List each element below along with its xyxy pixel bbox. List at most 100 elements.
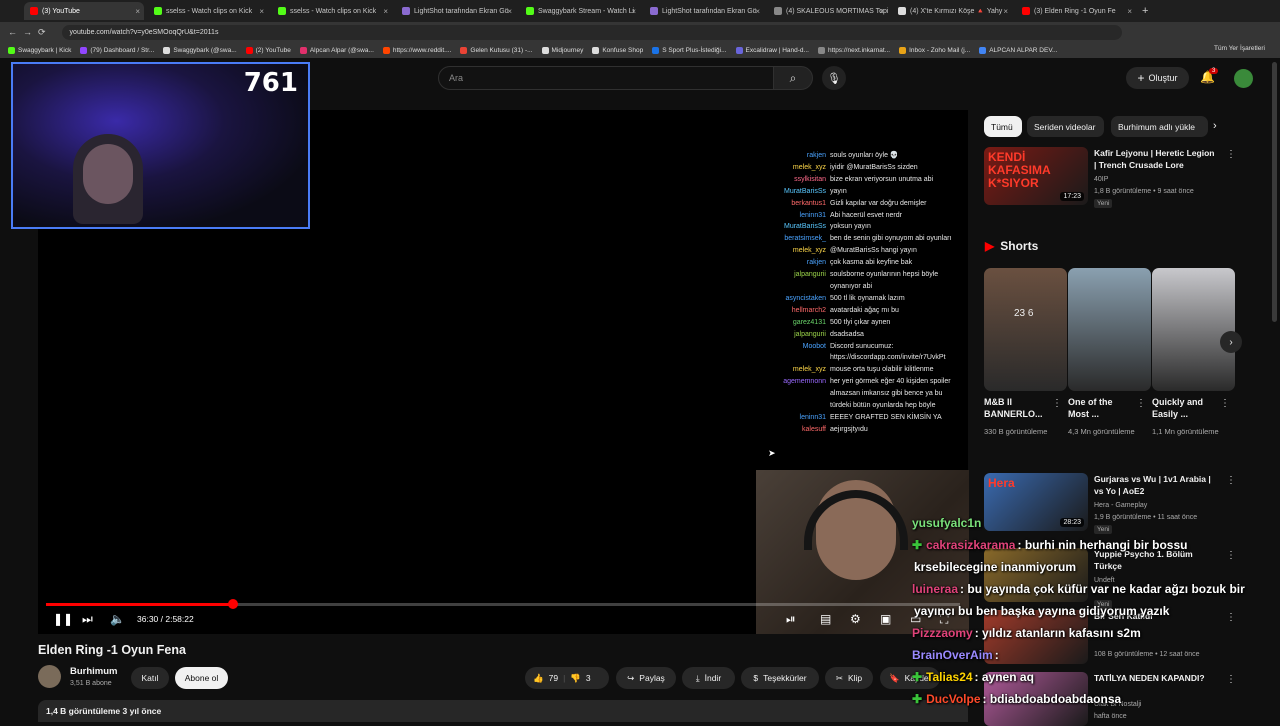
search-input[interactable]: Ara [438, 66, 774, 90]
tab-close-icon[interactable]: × [631, 7, 636, 16]
forward-icon[interactable]: → [23, 27, 32, 37]
more-options-icon[interactable]: ⋮ [1136, 398, 1146, 409]
browser-tab[interactable]: (4) X'te Kırmızı Köşe 🔺 Yahy × [892, 2, 1012, 20]
tab-favicon-icon [650, 7, 658, 15]
bookmark-item[interactable]: (2) YouTube [245, 46, 291, 54]
video-title[interactable]: Gurjaras vs Wu | 1v1 Arabia | vs Yo | Ao… [1094, 473, 1219, 497]
browser-tab[interactable]: Swaggybark Stream - Watch Li × [520, 2, 640, 20]
chat-username: rakjen [806, 259, 826, 267]
bookmark-item[interactable]: Inbox - Zoho Mail (j... [899, 46, 970, 54]
settings-gear-icon[interactable]: ⚙ [850, 612, 861, 626]
more-options-icon[interactable]: ⋮ [1226, 149, 1236, 160]
browser-tab[interactable]: sselss - Watch clips on Kick × [272, 2, 392, 20]
tab-label: (3) Elden Ring -1 Oyun Fe [1034, 7, 1116, 15]
tab-close-icon[interactable]: × [1003, 7, 1008, 16]
tab-close-icon[interactable]: × [383, 7, 388, 16]
shorts-next-chevron-icon[interactable]: › [1220, 331, 1242, 353]
tab-close-icon[interactable]: × [507, 7, 512, 16]
chat-message: türdeki bütün oyunlarda hep böyle [752, 400, 968, 412]
bookmark-item[interactable]: Excalidraw | Hand-d... [735, 46, 809, 54]
video-channel[interactable]: 40IP [1094, 174, 1108, 185]
filter-chip[interactable]: Tümü [984, 116, 1022, 137]
miniplayer-icon[interactable]: ▣ [880, 612, 891, 626]
description-box[interactable]: 1,4 B görüntüleme 3 yıl önce [38, 700, 968, 722]
bookmark-item[interactable]: Swaggybark (@swa... [163, 46, 237, 54]
tab-label: sselss - Watch clips on Kick [166, 7, 253, 15]
tab-favicon-icon [154, 7, 162, 15]
short-title[interactable]: Quickly and Easily ... [1152, 396, 1214, 420]
url-field[interactable]: youtube.com/watch?v=y0eSMOoqQrU&t=2011s [61, 24, 1122, 40]
tab-close-icon[interactable]: × [259, 7, 264, 16]
back-icon[interactable]: ← [8, 27, 17, 37]
browser-tab[interactable]: LightShot tarafından Ekran Gö × [644, 2, 764, 20]
tab-label: Swaggybark Stream - Watch Li [538, 7, 635, 15]
tab-close-icon[interactable]: × [1127, 7, 1132, 16]
short-thumbnail[interactable]: 23 6 [984, 268, 1067, 391]
tab-close-icon[interactable]: × [879, 7, 884, 16]
create-button[interactable]: + Oluştur [1126, 67, 1189, 89]
subscribe-button[interactable]: Abone ol [175, 667, 228, 689]
chat-message: leninn31 EEEEY GRAFTED SEN KİMSİN YA [752, 412, 968, 424]
video-thumbnail[interactable]: KENDİ KAFASIMA K*SIYOR 17:23 [984, 147, 1088, 205]
short-title[interactable]: M&B II BANNERLO... [984, 396, 1046, 420]
bookmark-item[interactable]: S Sport Plus-İstediği... [652, 46, 727, 54]
chips-next-chevron-icon[interactable]: › [1213, 120, 1217, 132]
bookmark-favicon-icon [460, 46, 468, 54]
more-options-icon[interactable]: ⋮ [1052, 398, 1062, 409]
more-options-icon[interactable]: ⋮ [1226, 475, 1236, 486]
microphone-button[interactable]: 🎙 [822, 66, 846, 90]
new-tab-button[interactable]: + [1142, 5, 1148, 17]
short-title[interactable]: One of the Most ... [1068, 396, 1130, 420]
search-button[interactable]: ⌕ [773, 66, 813, 90]
filter-chip[interactable]: Burhimum adlı yükle [1111, 116, 1208, 137]
channel-name[interactable]: Burhimum [70, 666, 118, 677]
reload-icon[interactable]: ⟳ [38, 27, 46, 38]
chat-username: asyncistaken [785, 294, 826, 302]
volume-icon[interactable]: 🔈 [110, 612, 125, 626]
filter-chip[interactable]: Seriden videolar [1027, 116, 1104, 137]
browser-tab[interactable]: (4) SKALEOUS MORTIMAS Topi × [768, 2, 888, 20]
chat-username: leninn31 [799, 211, 826, 219]
tab-close-icon[interactable]: × [755, 7, 760, 16]
autoplay-toggle-icon[interactable]: ⏯ [786, 612, 796, 627]
pause-icon[interactable]: ❚❚ [53, 612, 73, 626]
bookmark-item[interactable]: https://next.inkarnat... [817, 46, 890, 54]
short-thumbnail[interactable] [1068, 268, 1151, 391]
all-bookmarks-link[interactable]: Tüm Yer İşaretleri [1214, 45, 1265, 52]
bookmark-favicon-icon [735, 46, 743, 54]
download-button[interactable]: ⤓ İndir [682, 667, 735, 689]
bookmark-item[interactable]: Midjourney [541, 46, 583, 54]
bookmark-item[interactable]: https://www.reddit.... [382, 46, 451, 54]
browser-tab[interactable]: (3) Elden Ring -1 Oyun Fe × [1016, 2, 1136, 20]
subscriber-count: 3,51 B abone [70, 680, 112, 687]
bookmark-item[interactable]: Konfuse Shop [592, 46, 643, 54]
thanks-button[interactable]: $ Teşekkürler [741, 667, 819, 689]
dislike-count[interactable]: 3 [586, 673, 591, 683]
join-button[interactable]: Katıl [131, 667, 169, 689]
share-button[interactable]: ↪ Paylaş [616, 667, 676, 689]
bookmark-item[interactable]: ALPCAN ALPAR DEV... [979, 46, 1057, 54]
more-options-icon[interactable]: ⋮ [1220, 398, 1230, 409]
page-scrollbar[interactable] [1272, 62, 1277, 322]
next-icon[interactable]: ⏭ [82, 612, 93, 627]
clip-button[interactable]: ✂ Klip [825, 667, 873, 689]
video-channel[interactable]: Hera - Gameplay [1094, 500, 1147, 511]
channel-avatar[interactable] [38, 665, 61, 688]
bookmark-favicon-icon [299, 46, 307, 54]
bookmark-item[interactable]: Gelen Kutusu (31) -... [460, 46, 533, 54]
thumbs-down-icon[interactable]: 👎 [570, 673, 581, 684]
bookmark-item[interactable]: (79) Dashboard / Str... [80, 46, 154, 54]
browser-tab[interactable]: sselss - Watch clips on Kick × [148, 2, 268, 20]
thumbs-up-icon[interactable]: 👍 [533, 673, 544, 684]
bookmark-item[interactable]: Swaggybark | Kick [8, 46, 71, 54]
short-thumbnail[interactable] [1152, 268, 1235, 391]
like-count[interactable]: 79 [549, 673, 558, 683]
profile-avatar[interactable] [1234, 69, 1253, 88]
video-title[interactable]: Kafir Lejyonu | Heretic Legion | Trench … [1094, 147, 1219, 171]
browser-tab[interactable]: LightShot tarafından Ekran Gö × [396, 2, 516, 20]
browser-tab[interactable]: (3) YouTube × [24, 2, 144, 20]
subtitles-icon[interactable]: ▤ [820, 612, 831, 626]
tab-close-icon[interactable]: × [135, 7, 140, 16]
bookmark-favicon-icon [652, 46, 660, 54]
bookmark-item[interactable]: Alpcan Alpar (@swa... [299, 46, 374, 54]
